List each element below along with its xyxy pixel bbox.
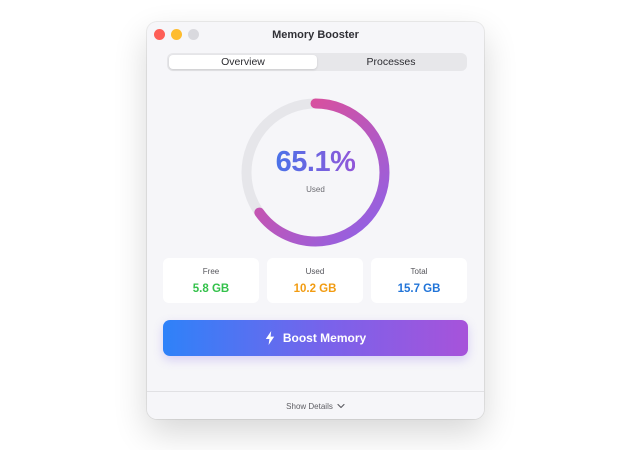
show-details-toggle[interactable]: Show Details bbox=[147, 391, 484, 419]
show-details-label: Show Details bbox=[286, 401, 333, 411]
zoom-window-button[interactable] bbox=[188, 29, 199, 40]
boost-memory-label: Boost Memory bbox=[282, 331, 367, 345]
title-bar: Memory Booster bbox=[147, 22, 484, 48]
used-percent-label: Used bbox=[306, 184, 325, 194]
stat-used-label: Used bbox=[305, 266, 325, 276]
view-tab-control: Overview Processes bbox=[167, 53, 467, 71]
stat-card-free: Free 5.8 GB bbox=[163, 258, 259, 303]
stat-card-total: Total 15.7 GB bbox=[371, 258, 467, 303]
lightning-bolt-icon bbox=[265, 331, 275, 345]
used-percent-value: 65.1% bbox=[275, 145, 356, 178]
memory-usage-gauge: 65.1% Used bbox=[238, 95, 393, 250]
gauge-readout: 65.1% Used bbox=[238, 95, 393, 250]
minimize-window-button[interactable] bbox=[171, 29, 182, 40]
memory-stats: Free 5.8 GB Used 10.2 GB Total 15.7 GB bbox=[163, 258, 467, 303]
window-controls bbox=[154, 29, 199, 40]
stat-card-used: Used 10.2 GB bbox=[267, 258, 363, 303]
stat-used-value: 10.2 GB bbox=[293, 282, 337, 295]
boost-memory-button[interactable]: Boost Memory bbox=[163, 320, 468, 356]
window-title: Memory Booster bbox=[272, 29, 359, 41]
tab-processes[interactable]: Processes bbox=[317, 55, 465, 69]
stat-free-value: 5.8 GB bbox=[192, 282, 230, 295]
stat-total-label: Total bbox=[410, 266, 428, 276]
close-window-button[interactable] bbox=[154, 29, 165, 40]
app-window: Memory Booster Overview Processes 65.1% … bbox=[147, 22, 484, 419]
tab-overview[interactable]: Overview bbox=[169, 55, 317, 69]
chevron-down-icon bbox=[337, 403, 345, 409]
stat-free-label: Free bbox=[202, 266, 220, 276]
stat-total-value: 15.7 GB bbox=[397, 282, 441, 295]
